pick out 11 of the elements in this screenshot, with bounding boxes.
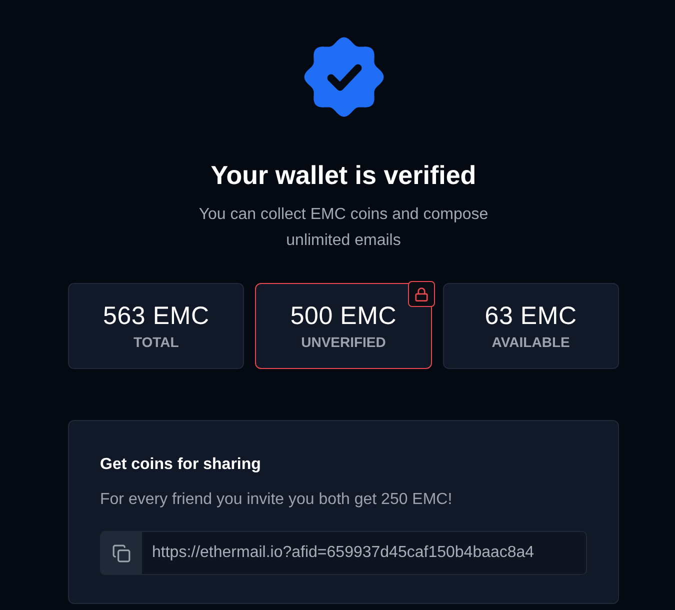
verified-title: Your wallet is verified (210, 159, 476, 191)
verified-subtitle: You can collect EMC coins and compose unlimited emails (198, 205, 490, 251)
balance-label: TOTAL (133, 332, 179, 350)
balance-amount: 563 EMC (103, 302, 210, 330)
verified-badge-icon (304, 37, 384, 117)
balance-amount: 500 EMC (290, 302, 397, 330)
share-title: Get coins for sharing (100, 455, 262, 475)
balance-label: UNVERIFIED (301, 332, 386, 350)
share-description: For every friend you invite you both get 250 EMC! (100, 490, 454, 510)
balance-amount: 63 EMC (484, 302, 577, 330)
balance-label: AVAILABLE (492, 332, 570, 350)
